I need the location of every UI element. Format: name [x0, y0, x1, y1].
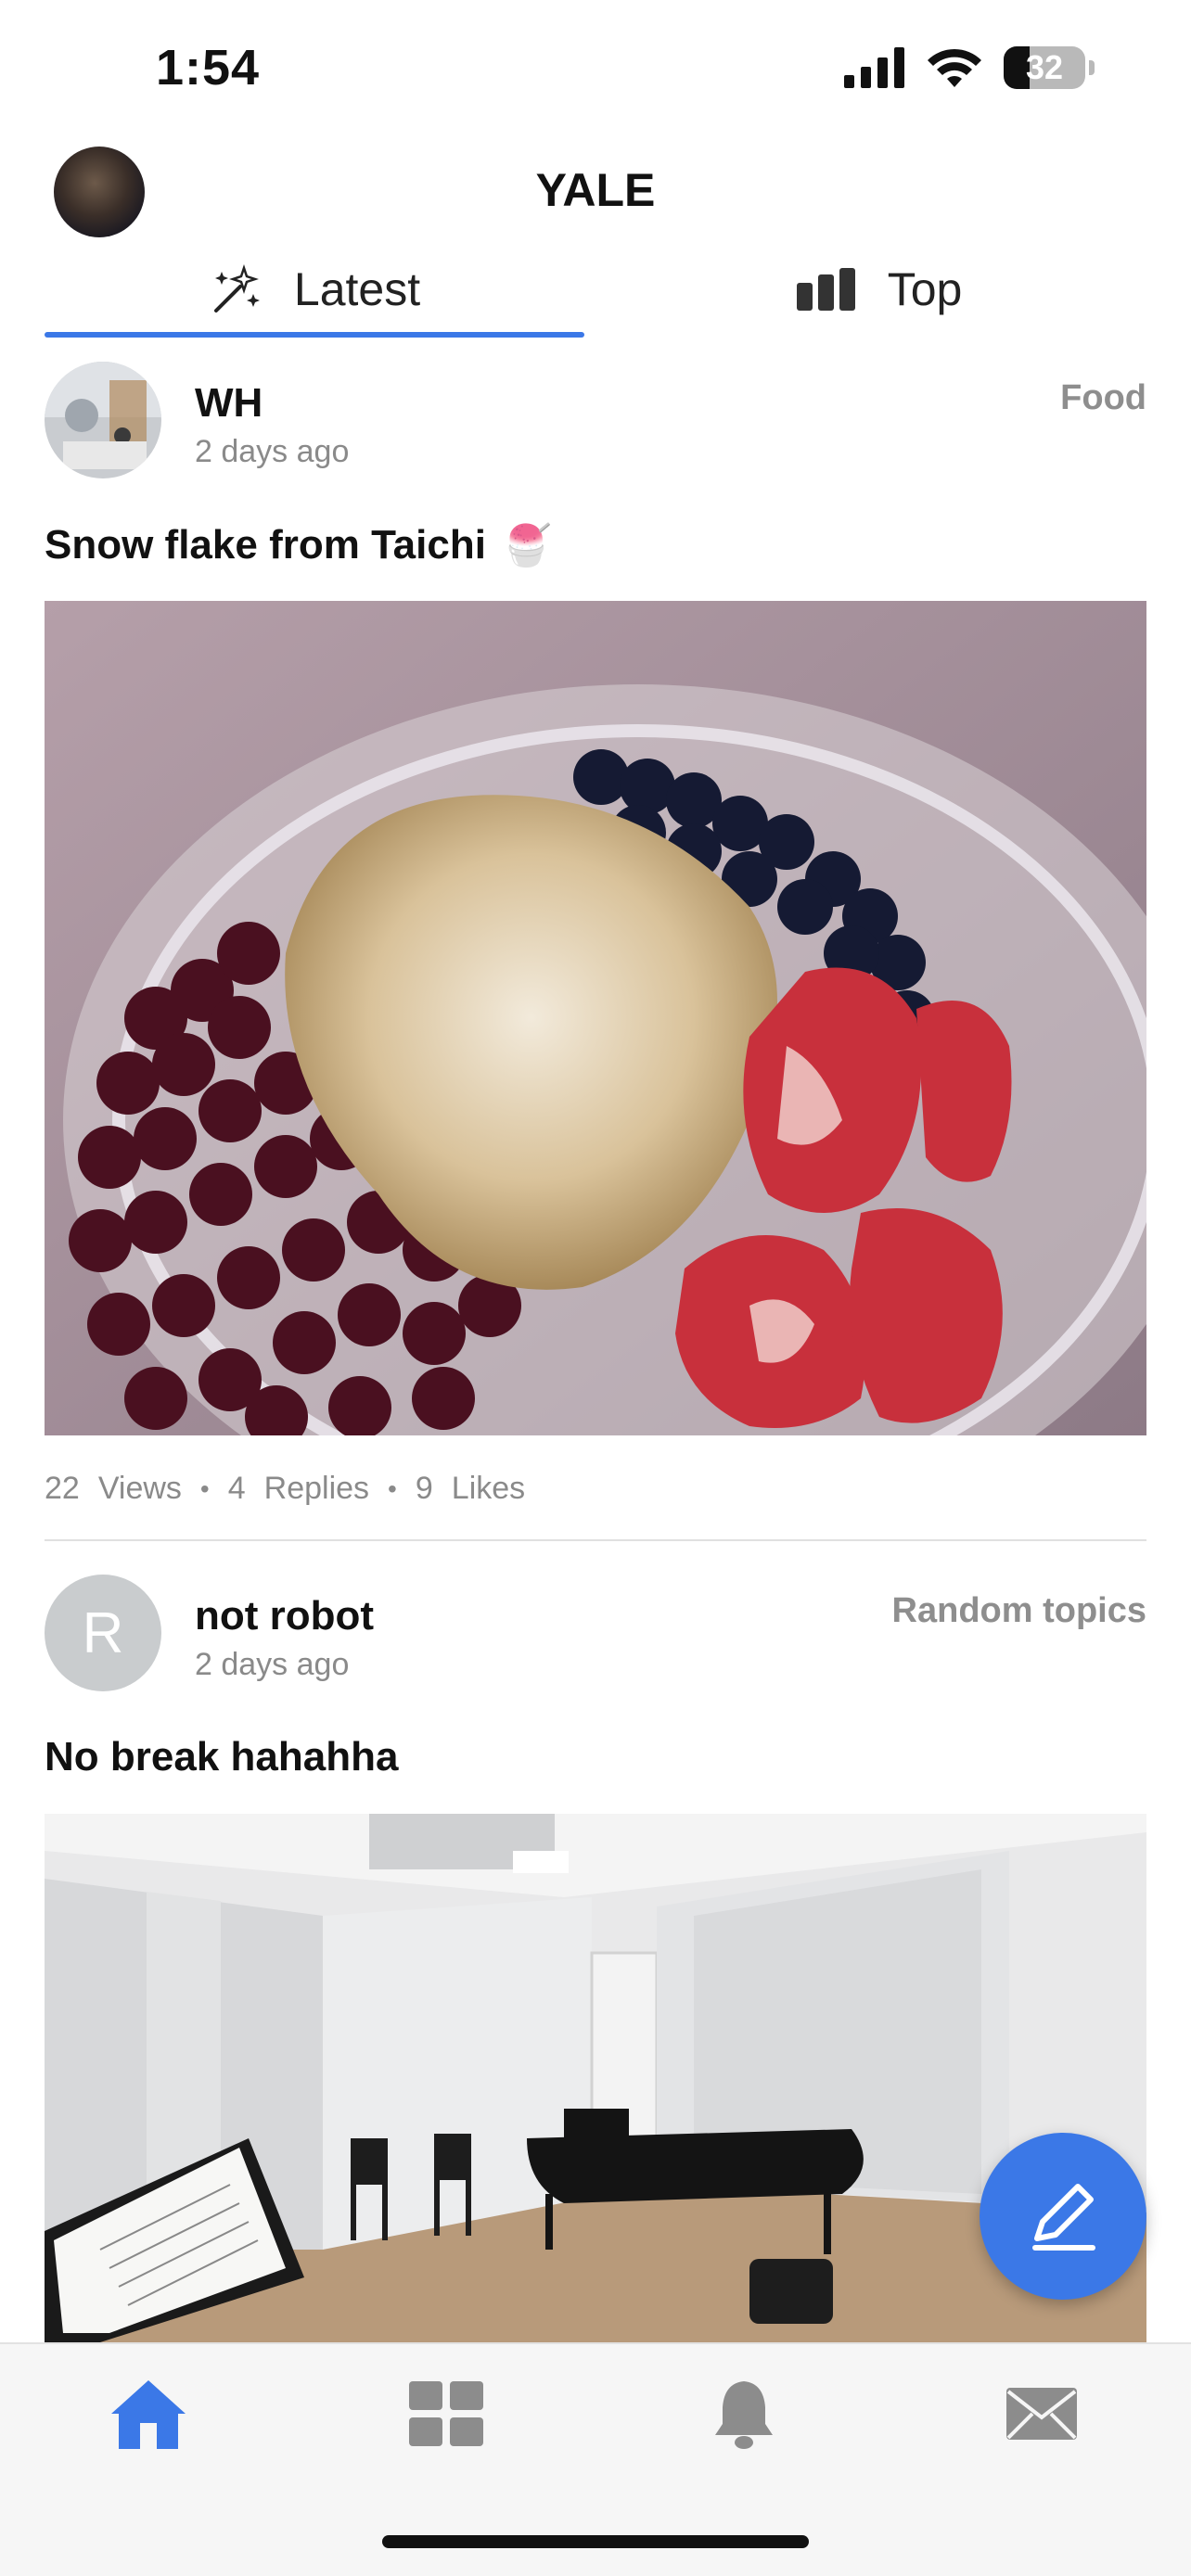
topic-title[interactable]: Snow flake from Taichi 🍧 [45, 521, 552, 569]
tab-top-label: Top [887, 263, 963, 315]
shaved-ice-emoji: 🍧 [500, 523, 552, 568]
topic-title-text: No break hahahha [45, 1734, 399, 1779]
author-avatar-image [45, 362, 161, 478]
battery-percent: 32 [1025, 48, 1064, 86]
author-name[interactable]: WH [195, 380, 263, 427]
category-label[interactable]: Food [1060, 378, 1146, 418]
nav-home[interactable] [93, 2363, 204, 2465]
home-indicator [382, 2535, 809, 2548]
nav-messages[interactable] [986, 2363, 1097, 2465]
bar-chart-icon [796, 268, 855, 311]
active-tab-indicator [45, 332, 584, 338]
new-topic-button[interactable] [980, 2133, 1146, 2300]
separator-dot: • [199, 1473, 210, 1503]
wifi-icon [928, 48, 981, 87]
likes-label: Likes [451, 1471, 526, 1506]
status-icons: 32 [844, 46, 1095, 89]
categories-icon [409, 2381, 483, 2446]
avatar-letter: R [82, 1600, 124, 1665]
nav-notifications[interactable] [688, 2363, 800, 2465]
topic-image[interactable] [45, 1814, 1146, 2342]
author-avatar[interactable]: R [45, 1575, 161, 1691]
post-time: 2 days ago [195, 1647, 350, 1682]
author-avatar[interactable] [45, 362, 161, 478]
app-header: YALE [0, 139, 1191, 241]
bell-icon [715, 2381, 773, 2449]
battery-icon: 32 [1004, 46, 1085, 89]
battery-cap [1089, 60, 1095, 75]
topic-title-text: Snow flake from Taichi [45, 522, 486, 567]
nav-categories[interactable] [391, 2363, 502, 2465]
tab-latest-label: Latest [293, 263, 421, 315]
likes-count: 9 [415, 1471, 433, 1506]
practice-room-photo [45, 1814, 1146, 2342]
separator-dot: • [388, 1473, 397, 1503]
shaved-ice-photo [45, 601, 1146, 1435]
category-label[interactable]: Random topics [892, 1591, 1146, 1631]
cellular-signal-icon [844, 47, 904, 88]
mail-icon [1006, 2388, 1077, 2440]
views-count: 22 [45, 1471, 80, 1506]
home-icon [111, 2380, 186, 2449]
feed-tabs: Latest Top [0, 243, 1191, 339]
views-label: Views [97, 1471, 182, 1506]
post-time: 2 days ago [195, 434, 350, 469]
topic-stats: 22 Views • 4 Replies • 9 Likes [45, 1471, 525, 1507]
replies-count: 4 [227, 1471, 246, 1506]
divider [45, 1539, 1146, 1541]
replies-label: Replies [263, 1471, 370, 1506]
page-title: YALE [535, 164, 656, 216]
tab-top[interactable]: Top [612, 243, 1146, 336]
status-time: 1:54 [156, 40, 261, 96]
author-name[interactable]: not robot [195, 1593, 374, 1639]
sparkles-icon [213, 264, 260, 312]
tab-latest[interactable]: Latest [45, 243, 584, 336]
topic-title[interactable]: No break hahahha [45, 1734, 398, 1780]
status-bar: 1:54 32 [0, 0, 1191, 139]
topic-image[interactable] [45, 601, 1146, 1435]
pencil-icon [1032, 2184, 1095, 2251]
